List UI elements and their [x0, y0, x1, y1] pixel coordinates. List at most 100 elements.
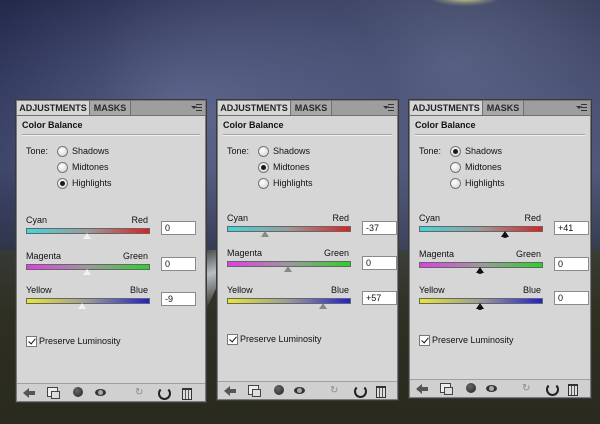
slider-right-label: Green [515, 249, 541, 259]
slider-left-label: Cyan [26, 215, 48, 225]
slider-thumb[interactable] [500, 230, 510, 238]
slider-right-label: Green [122, 251, 148, 261]
panel-bottom-toolbar: ↻ [410, 379, 590, 397]
tab-masks[interactable]: MASKS [291, 101, 332, 115]
slider-thumb[interactable] [76, 302, 87, 310]
tab-masks[interactable]: MASKS [483, 101, 524, 115]
checkbox-icon[interactable] [227, 334, 238, 345]
slider-thumb[interactable] [260, 230, 271, 238]
magenta-green-value-input[interactable]: 0 [362, 256, 397, 270]
checkbox-icon[interactable] [26, 336, 37, 347]
slider-thumb[interactable] [475, 266, 485, 274]
slider-right-label: Red [524, 213, 541, 223]
yellow-blue-slider[interactable]: Yellow Blue [419, 285, 543, 310]
back-arrow-icon[interactable] [23, 387, 35, 398]
panel-menu-icon[interactable] [191, 103, 202, 112]
panel-tabs: ADJUSTMENTS MASKS [218, 101, 397, 116]
panel-bottom-toolbar: ↻ [218, 381, 397, 399]
clip-layer-icon[interactable] [47, 387, 60, 399]
view-previous-icon[interactable] [466, 383, 476, 393]
checkbox-label: Preserve Luminosity [240, 334, 322, 344]
cyan-red-value-input[interactable]: -37 [362, 221, 397, 235]
cyan-red-value-input[interactable]: +41 [554, 221, 589, 235]
yellow-blue-slider[interactable]: Yellow Blue [227, 285, 351, 310]
panel-bottom-toolbar: ↻ [17, 383, 205, 401]
checkbox-icon[interactable] [419, 335, 430, 346]
cyan-red-slider[interactable]: Cyan Red [26, 215, 150, 240]
reset-icon[interactable] [546, 383, 559, 396]
panel-menu-icon[interactable] [383, 103, 394, 112]
panel-title: Color Balance [415, 120, 476, 130]
magenta-green-slider[interactable]: Magenta Green [419, 249, 543, 274]
slider-thumb[interactable] [82, 232, 92, 240]
radio-label: Midtones [465, 162, 502, 172]
back-arrow-icon[interactable] [416, 383, 428, 394]
cyan-red-gradient [227, 226, 351, 232]
slider-left-label: Magenta [419, 249, 455, 259]
radio-icon[interactable] [258, 146, 269, 157]
radio-label: Highlights [465, 178, 505, 188]
adjustments-panel-1: ADJUSTMENTS MASKS Color Balance Tone: Sh… [16, 100, 206, 402]
magenta-green-value-input[interactable]: 0 [554, 257, 589, 271]
cyan-red-value-input[interactable]: 0 [161, 221, 196, 235]
magenta-green-value-input[interactable]: 0 [161, 257, 196, 271]
radio-icon[interactable] [450, 162, 461, 173]
slider-right-label: Green [323, 248, 349, 258]
toggle-preview-icon[interactable]: ↻ [330, 385, 342, 396]
tab-adjustments[interactable]: ADJUSTMENTS [218, 101, 291, 115]
tab-adjustments[interactable]: ADJUSTMENTS [17, 101, 90, 115]
radio-icon[interactable] [57, 146, 68, 157]
eye-visibility-icon[interactable] [294, 387, 305, 394]
tab-adjustments[interactable]: ADJUSTMENTS [410, 101, 483, 115]
yellow-blue-value-input[interactable]: +57 [362, 291, 397, 305]
eye-visibility-icon[interactable] [486, 385, 497, 392]
radio-label: Shadows [273, 146, 311, 156]
radio-icon[interactable] [57, 162, 68, 173]
reset-icon[interactable] [354, 385, 367, 398]
slider-thumb[interactable] [475, 302, 485, 310]
radio-icon[interactable] [57, 178, 68, 189]
radio-label: Midtones [273, 162, 310, 172]
radio-icon[interactable] [450, 146, 461, 157]
clip-layer-icon[interactable] [248, 385, 261, 397]
view-previous-icon[interactable] [73, 387, 83, 397]
radio-icon[interactable] [258, 178, 269, 189]
eye-visibility-icon[interactable] [95, 389, 106, 396]
toggle-preview-icon[interactable]: ↻ [135, 387, 147, 398]
slider-thumb[interactable] [283, 265, 293, 273]
clip-layer-icon[interactable] [440, 383, 453, 395]
yellow-blue-value-input[interactable]: -9 [161, 292, 196, 306]
slider-left-label: Magenta [26, 251, 62, 261]
slider-left-label: Magenta [227, 248, 263, 258]
back-arrow-icon[interactable] [224, 385, 236, 396]
radio-icon[interactable] [450, 178, 461, 189]
radio-label: Highlights [273, 178, 313, 188]
tab-masks[interactable]: MASKS [90, 101, 131, 115]
trash-icon[interactable] [568, 384, 578, 396]
slider-left-label: Yellow [227, 285, 253, 295]
panel-menu-icon[interactable] [576, 103, 587, 112]
trash-icon[interactable] [182, 388, 192, 400]
checkbox-label: Preserve Luminosity [39, 336, 121, 346]
toggle-preview-icon[interactable]: ↻ [522, 383, 534, 394]
radio-label: Shadows [465, 146, 503, 156]
slider-thumb[interactable] [317, 302, 328, 310]
tone-label: Tone: [26, 146, 49, 156]
yellow-blue-slider[interactable]: Yellow Blue [26, 285, 150, 310]
divider [223, 134, 392, 136]
slider-right-label: Red [131, 215, 148, 225]
radio-icon[interactable] [258, 162, 269, 173]
panel-title: Color Balance [22, 120, 83, 130]
view-previous-icon[interactable] [274, 385, 284, 395]
divider [415, 134, 585, 136]
trash-icon[interactable] [376, 386, 386, 398]
reset-icon[interactable] [158, 387, 171, 400]
cyan-red-slider[interactable]: Cyan Red [419, 213, 543, 238]
cyan-red-slider[interactable]: Cyan Red [227, 213, 351, 238]
slider-right-label: Blue [330, 285, 349, 295]
yellow-blue-value-input[interactable]: 0 [554, 291, 589, 305]
magenta-green-slider[interactable]: Magenta Green [227, 248, 351, 273]
panel-title: Color Balance [223, 120, 284, 130]
magenta-green-slider[interactable]: Magenta Green [26, 251, 150, 276]
slider-thumb[interactable] [82, 268, 92, 276]
